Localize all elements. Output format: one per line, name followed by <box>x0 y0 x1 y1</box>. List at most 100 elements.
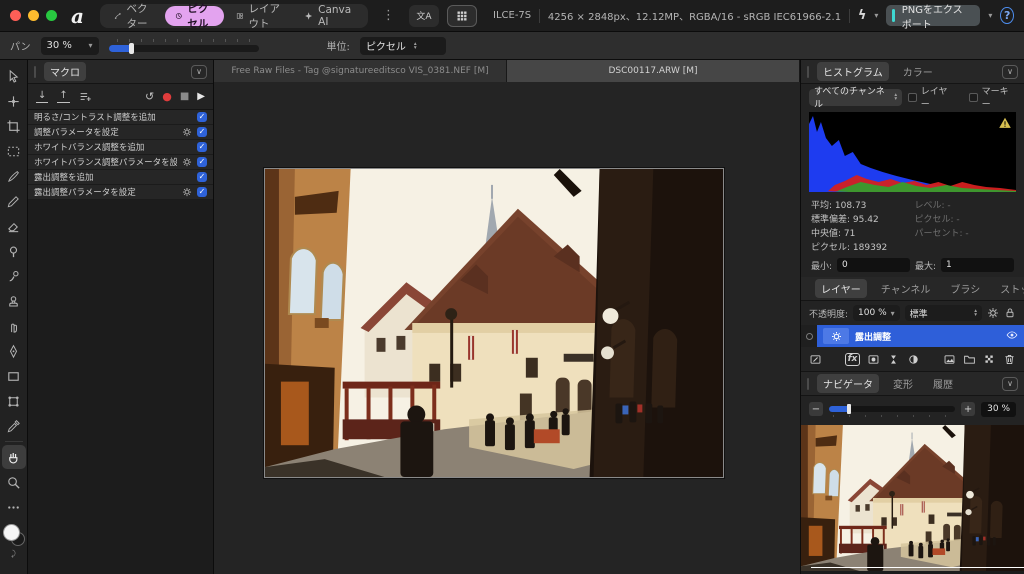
persona-tab-canva-ai[interactable]: Canva AI <box>294 6 364 26</box>
layer-visibility-eye-icon[interactable] <box>1006 329 1018 344</box>
shape-tool[interactable] <box>2 364 26 388</box>
primary-color[interactable] <box>3 524 20 541</box>
blend-mode-select[interactable]: 標準 ▴▾ <box>905 305 982 321</box>
layer-select-dot[interactable] <box>801 325 817 347</box>
live-filter-button[interactable] <box>887 353 900 366</box>
canvas-viewport[interactable] <box>214 82 800 574</box>
navigator-zoom-slider[interactable] <box>829 403 955 415</box>
blend-options-gear-icon[interactable] <box>987 307 999 319</box>
export-options-caret[interactable]: ▾ <box>988 11 992 20</box>
reset-macro-button[interactable]: ↺ <box>145 91 154 102</box>
tab-history[interactable]: 履歴 <box>927 374 959 393</box>
zoom-slider-handle[interactable] <box>129 43 134 54</box>
macro-step-row[interactable]: 調整パラメータを設定 ✓ <box>28 125 213 140</box>
panel-menu-button[interactable]: ∨ <box>1002 65 1018 79</box>
macro-step-row[interactable]: 明るさ/コントラスト調整を追加 ✓ <box>28 110 213 125</box>
layer-checkbox[interactable] <box>908 93 917 102</box>
document-tab-inactive[interactable]: Free Raw Files - Tag @signatureeditsco V… <box>214 60 507 82</box>
clone-stamp-tool[interactable] <box>2 289 26 313</box>
group-layers-button[interactable] <box>963 353 976 366</box>
selection-brush-tool[interactable] <box>2 164 26 188</box>
new-layer-button[interactable] <box>943 353 956 366</box>
paint-brush-tool[interactable] <box>2 189 26 213</box>
pen-tool[interactable] <box>2 339 26 363</box>
macro-step-checkbox[interactable]: ✓ <box>197 187 207 197</box>
min-input[interactable]: 0 <box>837 258 910 272</box>
macro-step-checkbox[interactable]: ✓ <box>197 172 207 182</box>
zoom-in-button[interactable]: + <box>961 402 975 416</box>
tab-color[interactable]: カラー <box>897 62 939 81</box>
panel-menu-button[interactable]: ∨ <box>191 65 207 79</box>
color-picker-tool[interactable] <box>2 414 26 438</box>
macro-step-checkbox[interactable]: ✓ <box>197 157 207 167</box>
adjustment-button[interactable] <box>907 353 920 366</box>
zoom-out-button[interactable]: − <box>809 402 823 416</box>
gear-icon[interactable] <box>182 127 192 137</box>
opacity-select[interactable]: 100 % ▾ <box>853 305 900 321</box>
macro-step-checkbox[interactable]: ✓ <box>197 127 207 137</box>
play-macro-button[interactable]: ▶ <box>197 91 205 102</box>
close-window-button[interactable] <box>10 10 21 21</box>
swap-colors-icon[interactable]: ⤸ <box>11 549 16 559</box>
eraser-tool[interactable] <box>2 214 26 238</box>
apps-grid-button[interactable] <box>447 5 477 27</box>
gear-icon[interactable] <box>182 187 192 197</box>
document-tab-active[interactable]: DSC00117.ARW [M] <box>507 60 800 82</box>
zoom-tool[interactable] <box>2 470 26 494</box>
minimize-window-button[interactable] <box>28 10 39 21</box>
auto-adjust-caret[interactable]: ▾ <box>874 11 878 20</box>
navigator-zoom-value[interactable]: 30 % <box>981 402 1016 417</box>
marquee-checkbox-row[interactable]: マーキー <box>969 84 1016 110</box>
node-tool[interactable] <box>2 89 26 113</box>
layer-checkbox-row[interactable]: レイヤー <box>908 84 955 110</box>
mesh-warp-tool[interactable] <box>2 389 26 413</box>
view-tool[interactable] <box>2 445 26 469</box>
tab-navigator[interactable]: ナビゲータ <box>817 374 879 393</box>
help-button[interactable]: ? <box>1000 7 1014 24</box>
zoom-level-select[interactable]: 30 % ▾ <box>41 37 99 55</box>
macro-step-row[interactable]: ホワイトバランス調整パラメータを設定 ✓ <box>28 155 213 170</box>
gear-icon[interactable] <box>182 157 192 167</box>
layer-row-selected[interactable]: 露出調整 <box>801 325 1024 347</box>
move-tool[interactable] <box>2 64 26 88</box>
marquee-tool[interactable] <box>2 139 26 163</box>
stop-macro-button[interactable]: ■ <box>180 91 189 102</box>
lock-icon[interactable] <box>1004 307 1016 319</box>
layer-effects-button[interactable]: fx <box>845 353 861 366</box>
edit-mask-icon[interactable] <box>809 353 822 366</box>
max-input[interactable]: 1 <box>941 258 1014 272</box>
pattern-layer-button[interactable] <box>983 353 996 366</box>
macro-step-row[interactable]: ホワイトバランス調整を追加 ✓ <box>28 140 213 155</box>
auto-adjust-icon[interactable]: ϟ <box>858 8 867 23</box>
persona-tab-vector[interactable]: ベクター <box>104 6 163 26</box>
tab-histogram[interactable]: ヒストグラム <box>817 62 889 81</box>
tab-transform[interactable]: 変形 <box>887 374 919 393</box>
burn-brush-tool[interactable] <box>2 264 26 288</box>
tab-macro[interactable]: マクロ <box>44 62 86 81</box>
tab-channels[interactable]: チャンネル <box>875 279 937 298</box>
persona-tab-layout[interactable]: レイアウト <box>226 6 292 26</box>
unit-select[interactable]: ピクセル ▴▾ <box>360 37 446 55</box>
record-macro-button[interactable]: ● <box>162 90 172 103</box>
tab-stock[interactable]: ストック <box>994 279 1024 298</box>
export-macro-button[interactable]: ↑ <box>57 91 69 103</box>
panel-menu-button[interactable]: ∨ <box>1002 377 1018 391</box>
macro-step-checkbox[interactable]: ✓ <box>197 142 207 152</box>
tab-brushes[interactable]: ブラシ <box>944 279 986 298</box>
macro-step-row[interactable]: 露出調整を追加 ✓ <box>28 170 213 185</box>
photo-document[interactable] <box>264 168 724 478</box>
clipping-warning-icon[interactable] <box>998 116 1012 130</box>
macro-step-row[interactable]: 露出調整パラメータを設定 ✓ <box>28 185 213 200</box>
marquee-checkbox[interactable] <box>969 93 978 102</box>
persona-tab-pixel[interactable]: ピクセル <box>165 6 224 26</box>
translate-button[interactable]: 文A <box>409 5 439 27</box>
more-personas-button[interactable]: ⋮ <box>376 8 401 23</box>
delete-layer-button[interactable] <box>1003 353 1016 366</box>
tab-layers[interactable]: レイヤー <box>815 279 867 298</box>
dodge-brush-tool[interactable] <box>2 239 26 263</box>
smudge-tool[interactable] <box>2 314 26 338</box>
zoom-window-button[interactable] <box>46 10 57 21</box>
channel-select[interactable]: すべてのチャンネル ▴▾ <box>809 89 902 106</box>
adjustment-layer-thumbnail[interactable] <box>823 328 849 344</box>
add-to-library-button[interactable] <box>79 90 92 103</box>
